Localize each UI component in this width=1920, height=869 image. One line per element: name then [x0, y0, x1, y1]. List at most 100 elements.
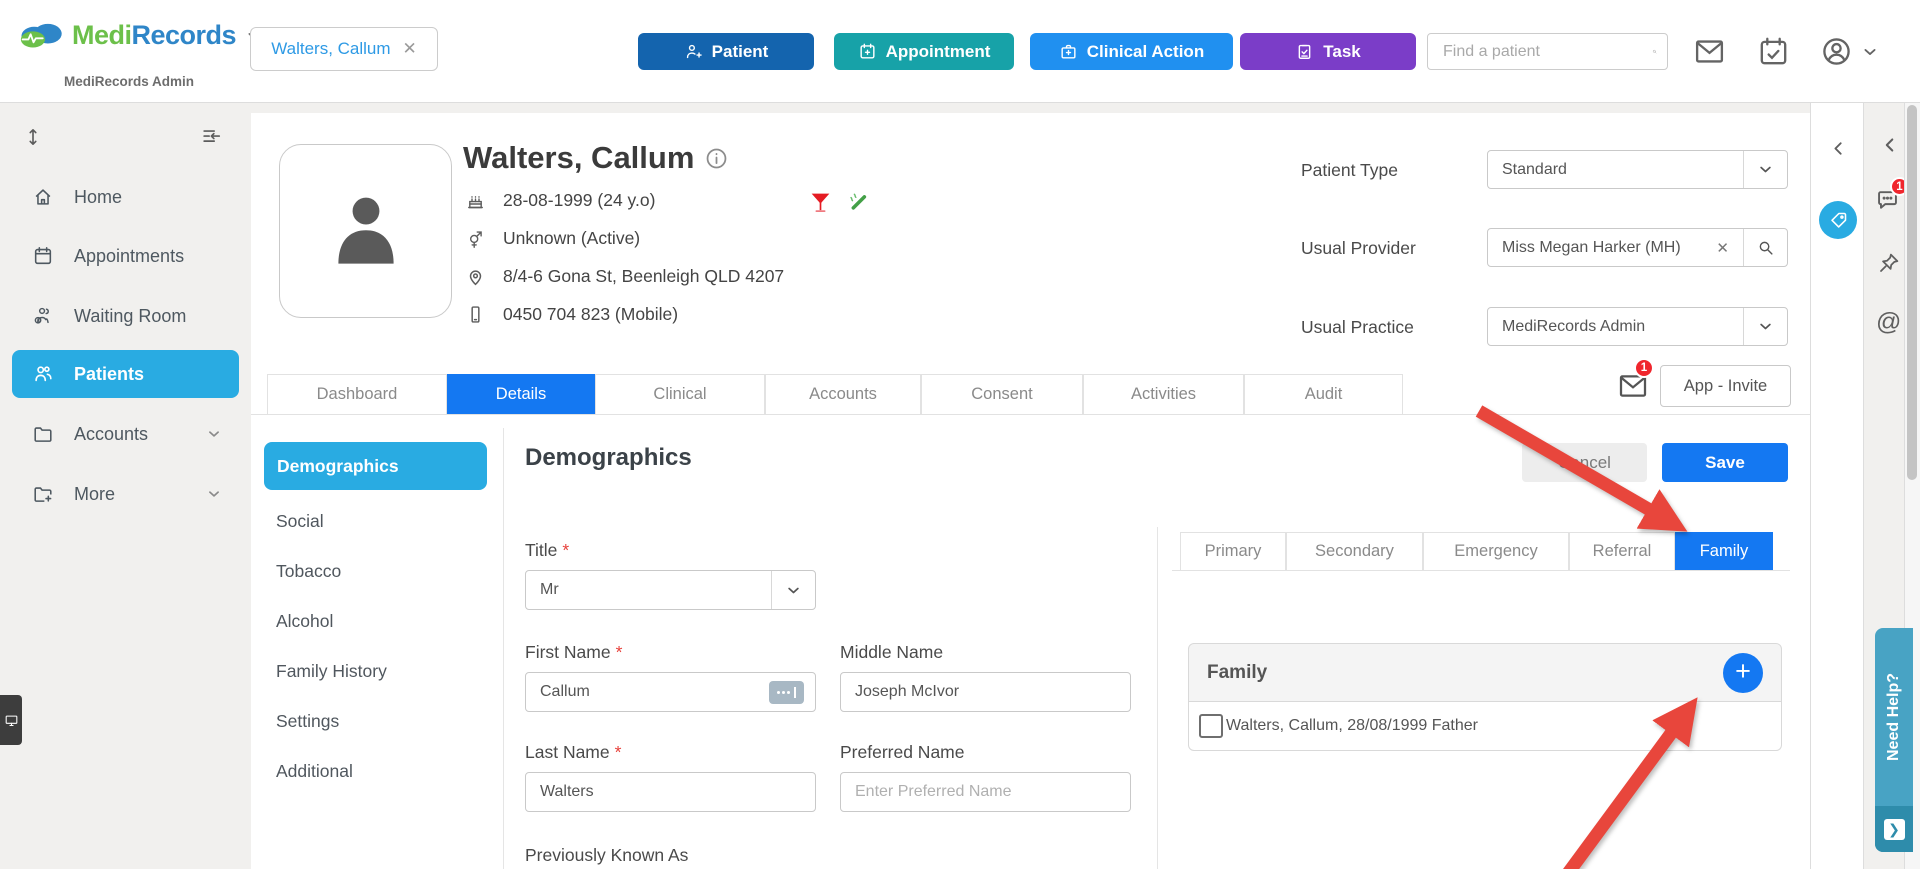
chevron-right-icon: ❯ [1883, 818, 1905, 840]
subnav-demographics[interactable]: Demographics [264, 442, 487, 490]
tab-divider [251, 414, 1810, 415]
contact-tab-primary[interactable]: Primary [1180, 532, 1286, 571]
sidebar-item-appointments[interactable]: Appointments [0, 232, 251, 280]
cigarette-icon [849, 192, 867, 210]
sidebar-item-accounts[interactable]: Accounts [0, 410, 251, 458]
chevron-down-icon [1760, 323, 1771, 330]
sidebar-item-patients[interactable]: Patients [12, 350, 239, 398]
usual-practice-select[interactable]: MediRecords Admin [1487, 307, 1788, 346]
middle-name-input[interactable] [840, 672, 1131, 712]
folder-icon [34, 427, 52, 442]
save-button[interactable]: Save [1662, 443, 1788, 482]
pushpin-icon [1880, 253, 1899, 272]
alcohol-indicator[interactable] [808, 190, 833, 215]
preferred-name-input[interactable] [840, 772, 1131, 812]
pinned-items-button[interactable] [1876, 251, 1901, 276]
account-menu-button[interactable] [1820, 35, 1853, 68]
subnav-divider [503, 428, 504, 869]
find-patient-input[interactable] [1441, 41, 1652, 62]
messages-button[interactable] [1693, 35, 1726, 68]
required-asterisk: * [614, 742, 622, 762]
martini-glass-icon [811, 193, 830, 212]
tags-button[interactable] [1819, 201, 1857, 239]
tab-consent[interactable]: Consent [921, 374, 1083, 415]
info-icon[interactable] [704, 146, 729, 171]
subnav-family-history[interactable]: Family History [276, 651, 387, 691]
left-sidebar: Home Appointments Waiting Room Patients … [0, 102, 251, 869]
app-invite-button[interactable]: App - Invite [1660, 365, 1791, 407]
contact-tab-secondary[interactable]: Secondary [1286, 532, 1423, 571]
family-member-checkbox[interactable] [1199, 714, 1223, 738]
patient-avatar[interactable] [279, 144, 452, 318]
family-member-row[interactable]: Walters, Callum, 28/08/1999 Father [1188, 702, 1782, 751]
clipboard-check-icon [1298, 44, 1311, 59]
tab-accounts[interactable]: Accounts [765, 374, 921, 415]
account-chevron-down-icon[interactable] [1860, 42, 1880, 62]
clear-provider-icon[interactable]: ✕ [1702, 239, 1743, 257]
subnav-additional[interactable]: Additional [276, 751, 353, 791]
mobile-phone-icon [471, 306, 480, 323]
tab-clinical[interactable]: Clinical [595, 374, 765, 415]
subnav-alcohol[interactable]: Alcohol [276, 601, 333, 641]
calendar-plus-icon [860, 43, 875, 59]
cancel-button[interactable]: Cancel [1522, 443, 1647, 482]
top-header: MediRecords MediRecords Admin Walters, C… [0, 0, 1920, 103]
find-patient-search[interactable] [1427, 33, 1668, 70]
help-expand-footer[interactable]: ❯ [1875, 806, 1913, 852]
usual-provider-field[interactable]: Miss Megan Harker (MH) ✕ [1487, 228, 1788, 267]
person-plus-icon [686, 44, 702, 59]
new-patient-button[interactable]: Patient [638, 33, 814, 70]
patient-type-label: Patient Type [1301, 160, 1398, 180]
sidebar-collapse-button[interactable] [200, 126, 222, 148]
sidebar-item-more[interactable]: More [0, 470, 251, 518]
new-task-button[interactable]: Task [1240, 33, 1416, 70]
subnav-social[interactable]: Social [276, 501, 324, 541]
provider-search-button[interactable] [1743, 229, 1787, 266]
tab-audit[interactable]: Audit [1244, 374, 1403, 415]
tab-dashboard[interactable]: Dashboard [267, 374, 447, 415]
folder-plus-icon [34, 487, 52, 502]
first-name-label: First Name * [525, 642, 623, 662]
scrollbar-thumb[interactable] [1907, 105, 1917, 480]
smoking-indicator[interactable] [845, 190, 870, 215]
add-family-member-button[interactable]: + [1723, 652, 1763, 693]
subnav-settings[interactable]: Settings [276, 701, 339, 741]
contact-tab-emergency[interactable]: Emergency [1423, 532, 1569, 571]
contact-tab-referral[interactable]: Referral [1569, 532, 1675, 571]
required-asterisk: * [562, 540, 570, 560]
sidebar-sort-button[interactable] [22, 126, 44, 148]
patient-name: Walters, Callum [463, 140, 729, 176]
tag-icon [1830, 212, 1846, 228]
middle-name-label: Middle Name [840, 642, 944, 662]
search-icon[interactable] [1652, 42, 1657, 61]
tab-activities[interactable]: Activities [1083, 374, 1244, 415]
section-heading: Demographics [525, 444, 692, 471]
mentions-button[interactable]: @ [1876, 308, 1901, 337]
brand-logo[interactable]: MediRecords [18, 20, 264, 51]
name-options-button[interactable] [769, 681, 804, 704]
rail-collapse-button[interactable] [1879, 134, 1901, 156]
contact-tab-family[interactable]: Family [1675, 532, 1773, 571]
need-help-button[interactable]: Need Help? ❯ [1875, 628, 1913, 852]
new-clinical-action-button[interactable]: Clinical Action [1030, 33, 1233, 70]
tab-details[interactable]: Details [447, 374, 595, 415]
title-select[interactable]: Mr [525, 570, 816, 610]
usual-provider-label: Usual Provider [1301, 238, 1416, 258]
sidebar-item-home[interactable]: Home [0, 173, 251, 221]
previously-known-as-label: Previously Known As [525, 845, 689, 865]
calendar-check-icon [1760, 37, 1787, 65]
calendar-icon [34, 246, 52, 265]
calendar-button[interactable] [1757, 35, 1790, 68]
subnav-tobacco[interactable]: Tobacco [276, 551, 341, 591]
screen-share-tab[interactable] [0, 695, 22, 745]
panel-expand-button[interactable] [1828, 138, 1849, 159]
location-pin-icon [469, 270, 482, 286]
chevron-left-icon [1885, 138, 1894, 152]
patient-type-select[interactable]: Standard [1487, 150, 1788, 189]
person-silhouette-icon [337, 197, 394, 264]
open-patient-tab[interactable]: Walters, Callum ✕ [250, 27, 438, 71]
sidebar-item-waiting-room[interactable]: Waiting Room [0, 292, 251, 340]
last-name-input[interactable] [525, 772, 816, 812]
close-patient-tab-icon[interactable]: ✕ [403, 39, 417, 59]
new-appointment-button[interactable]: Appointment [834, 33, 1014, 70]
